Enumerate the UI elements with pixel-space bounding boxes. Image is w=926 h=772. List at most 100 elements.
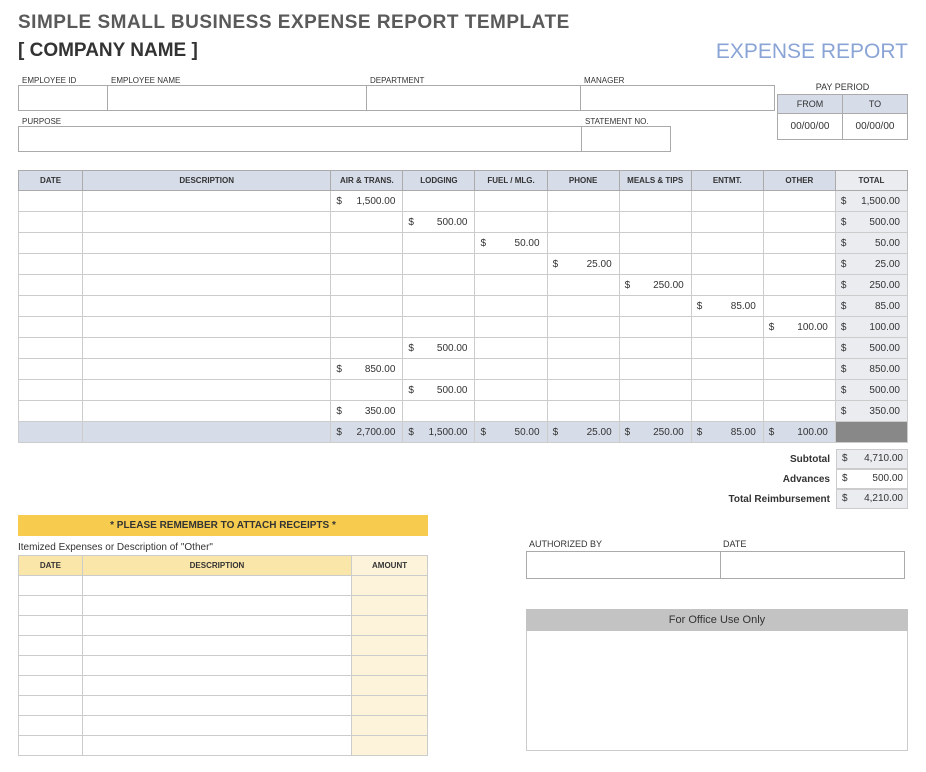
expense-cell[interactable] (475, 338, 547, 359)
itemized-date-cell[interactable] (19, 736, 83, 756)
expense-cell[interactable]: $50.00 (835, 233, 907, 254)
expense-cell[interactable] (691, 380, 763, 401)
expense-cell[interactable]: $250.00 (835, 275, 907, 296)
itemized-date-cell[interactable] (19, 656, 83, 676)
department-input[interactable] (366, 85, 581, 111)
expense-cell[interactable] (403, 401, 475, 422)
expense-cell[interactable] (547, 233, 619, 254)
purpose-input[interactable] (18, 126, 582, 152)
expense-cell[interactable] (619, 338, 691, 359)
expense-cell[interactable] (547, 296, 619, 317)
expense-cell[interactable] (619, 401, 691, 422)
pay-period-to-input[interactable]: 00/00/00 (842, 114, 908, 140)
expense-cell[interactable]: $250.00 (619, 422, 691, 443)
expense-cell[interactable] (331, 338, 403, 359)
itemized-amount-cell[interactable] (352, 736, 428, 756)
itemized-amount-cell[interactable] (352, 616, 428, 636)
expense-cell[interactable]: $500.00 (835, 338, 907, 359)
expense-cell[interactable] (763, 233, 835, 254)
itemized-date-cell[interactable] (19, 616, 83, 636)
authorized-by-input[interactable] (526, 551, 721, 579)
expense-cell[interactable] (619, 254, 691, 275)
expense-cell[interactable]: $25.00 (547, 422, 619, 443)
expense-cell[interactable] (403, 296, 475, 317)
expense-cell[interactable]: $350.00 (331, 401, 403, 422)
employee-id-input[interactable] (18, 85, 108, 111)
expense-desc-cell[interactable] (83, 338, 331, 359)
expense-cell[interactable] (475, 317, 547, 338)
expense-desc-cell[interactable] (83, 296, 331, 317)
itemized-desc-cell[interactable] (82, 696, 351, 716)
expense-cell[interactable] (403, 359, 475, 380)
itemized-amount-cell[interactable] (352, 596, 428, 616)
itemized-desc-cell[interactable] (82, 676, 351, 696)
expense-cell[interactable] (619, 296, 691, 317)
expense-cell[interactable] (547, 191, 619, 212)
expense-cell[interactable]: $25.00 (547, 254, 619, 275)
expense-desc-cell[interactable] (83, 401, 331, 422)
expense-cell[interactable] (475, 275, 547, 296)
expense-cell[interactable] (619, 233, 691, 254)
office-use-box[interactable] (526, 631, 908, 751)
expense-cell[interactable]: $100.00 (763, 422, 835, 443)
expense-cell[interactable]: $500.00 (403, 212, 475, 233)
itemized-amount-cell[interactable] (352, 576, 428, 596)
expense-cell[interactable] (547, 212, 619, 233)
itemized-desc-cell[interactable] (82, 576, 351, 596)
expense-cell[interactable] (763, 401, 835, 422)
statement-no-input[interactable] (581, 126, 671, 152)
expense-cell[interactable] (403, 275, 475, 296)
expense-cell[interactable] (547, 380, 619, 401)
expense-date-cell[interactable] (19, 317, 83, 338)
expense-cell[interactable]: $500.00 (403, 380, 475, 401)
expense-cell[interactable] (619, 359, 691, 380)
itemized-date-cell[interactable] (19, 576, 83, 596)
expense-cell[interactable]: $50.00 (475, 233, 547, 254)
expense-cell[interactable] (547, 275, 619, 296)
itemized-amount-cell[interactable] (352, 636, 428, 656)
expense-cell[interactable] (691, 191, 763, 212)
expense-date-cell[interactable] (19, 359, 83, 380)
expense-cell[interactable] (475, 191, 547, 212)
expense-cell[interactable] (619, 191, 691, 212)
expense-cell[interactable]: $850.00 (835, 359, 907, 380)
expense-cell[interactable]: $25.00 (835, 254, 907, 275)
expense-cell[interactable] (691, 212, 763, 233)
pay-period-from-input[interactable]: 00/00/00 (777, 114, 843, 140)
expense-cell[interactable] (331, 317, 403, 338)
expense-cell[interactable]: $100.00 (835, 317, 907, 338)
expense-date-cell[interactable] (19, 296, 83, 317)
expense-cell[interactable]: $100.00 (763, 317, 835, 338)
auth-date-input[interactable] (720, 551, 905, 579)
expense-cell[interactable] (691, 233, 763, 254)
expense-desc-cell[interactable] (83, 275, 331, 296)
expense-cell[interactable]: $1,500.00 (331, 191, 403, 212)
expense-cell[interactable] (331, 380, 403, 401)
expense-cell[interactable] (691, 275, 763, 296)
expense-cell[interactable] (691, 254, 763, 275)
expense-cell[interactable] (763, 212, 835, 233)
expense-cell[interactable] (403, 191, 475, 212)
expense-cell[interactable]: $50.00 (475, 422, 547, 443)
expense-date-cell[interactable] (19, 338, 83, 359)
expense-cell[interactable] (547, 359, 619, 380)
expense-cell[interactable]: $500.00 (835, 380, 907, 401)
itemized-desc-cell[interactable] (82, 596, 351, 616)
expense-cell[interactable] (763, 275, 835, 296)
expense-cell[interactable]: $85.00 (691, 296, 763, 317)
expense-desc-cell[interactable] (83, 233, 331, 254)
itemized-amount-cell[interactable] (352, 696, 428, 716)
expense-cell[interactable] (475, 359, 547, 380)
expense-cell[interactable] (691, 317, 763, 338)
expense-cell[interactable]: $85.00 (691, 422, 763, 443)
advances-value[interactable]: $500.00 (836, 469, 908, 489)
expense-cell[interactable] (691, 338, 763, 359)
itemized-amount-cell[interactable] (352, 716, 428, 736)
expense-cell[interactable]: $350.00 (835, 401, 907, 422)
expense-cell[interactable]: $500.00 (403, 338, 475, 359)
expense-cell[interactable]: $250.00 (619, 275, 691, 296)
manager-input[interactable] (580, 85, 775, 111)
expense-cell[interactable] (763, 380, 835, 401)
expense-cell[interactable] (619, 380, 691, 401)
expense-date-cell[interactable] (19, 212, 83, 233)
